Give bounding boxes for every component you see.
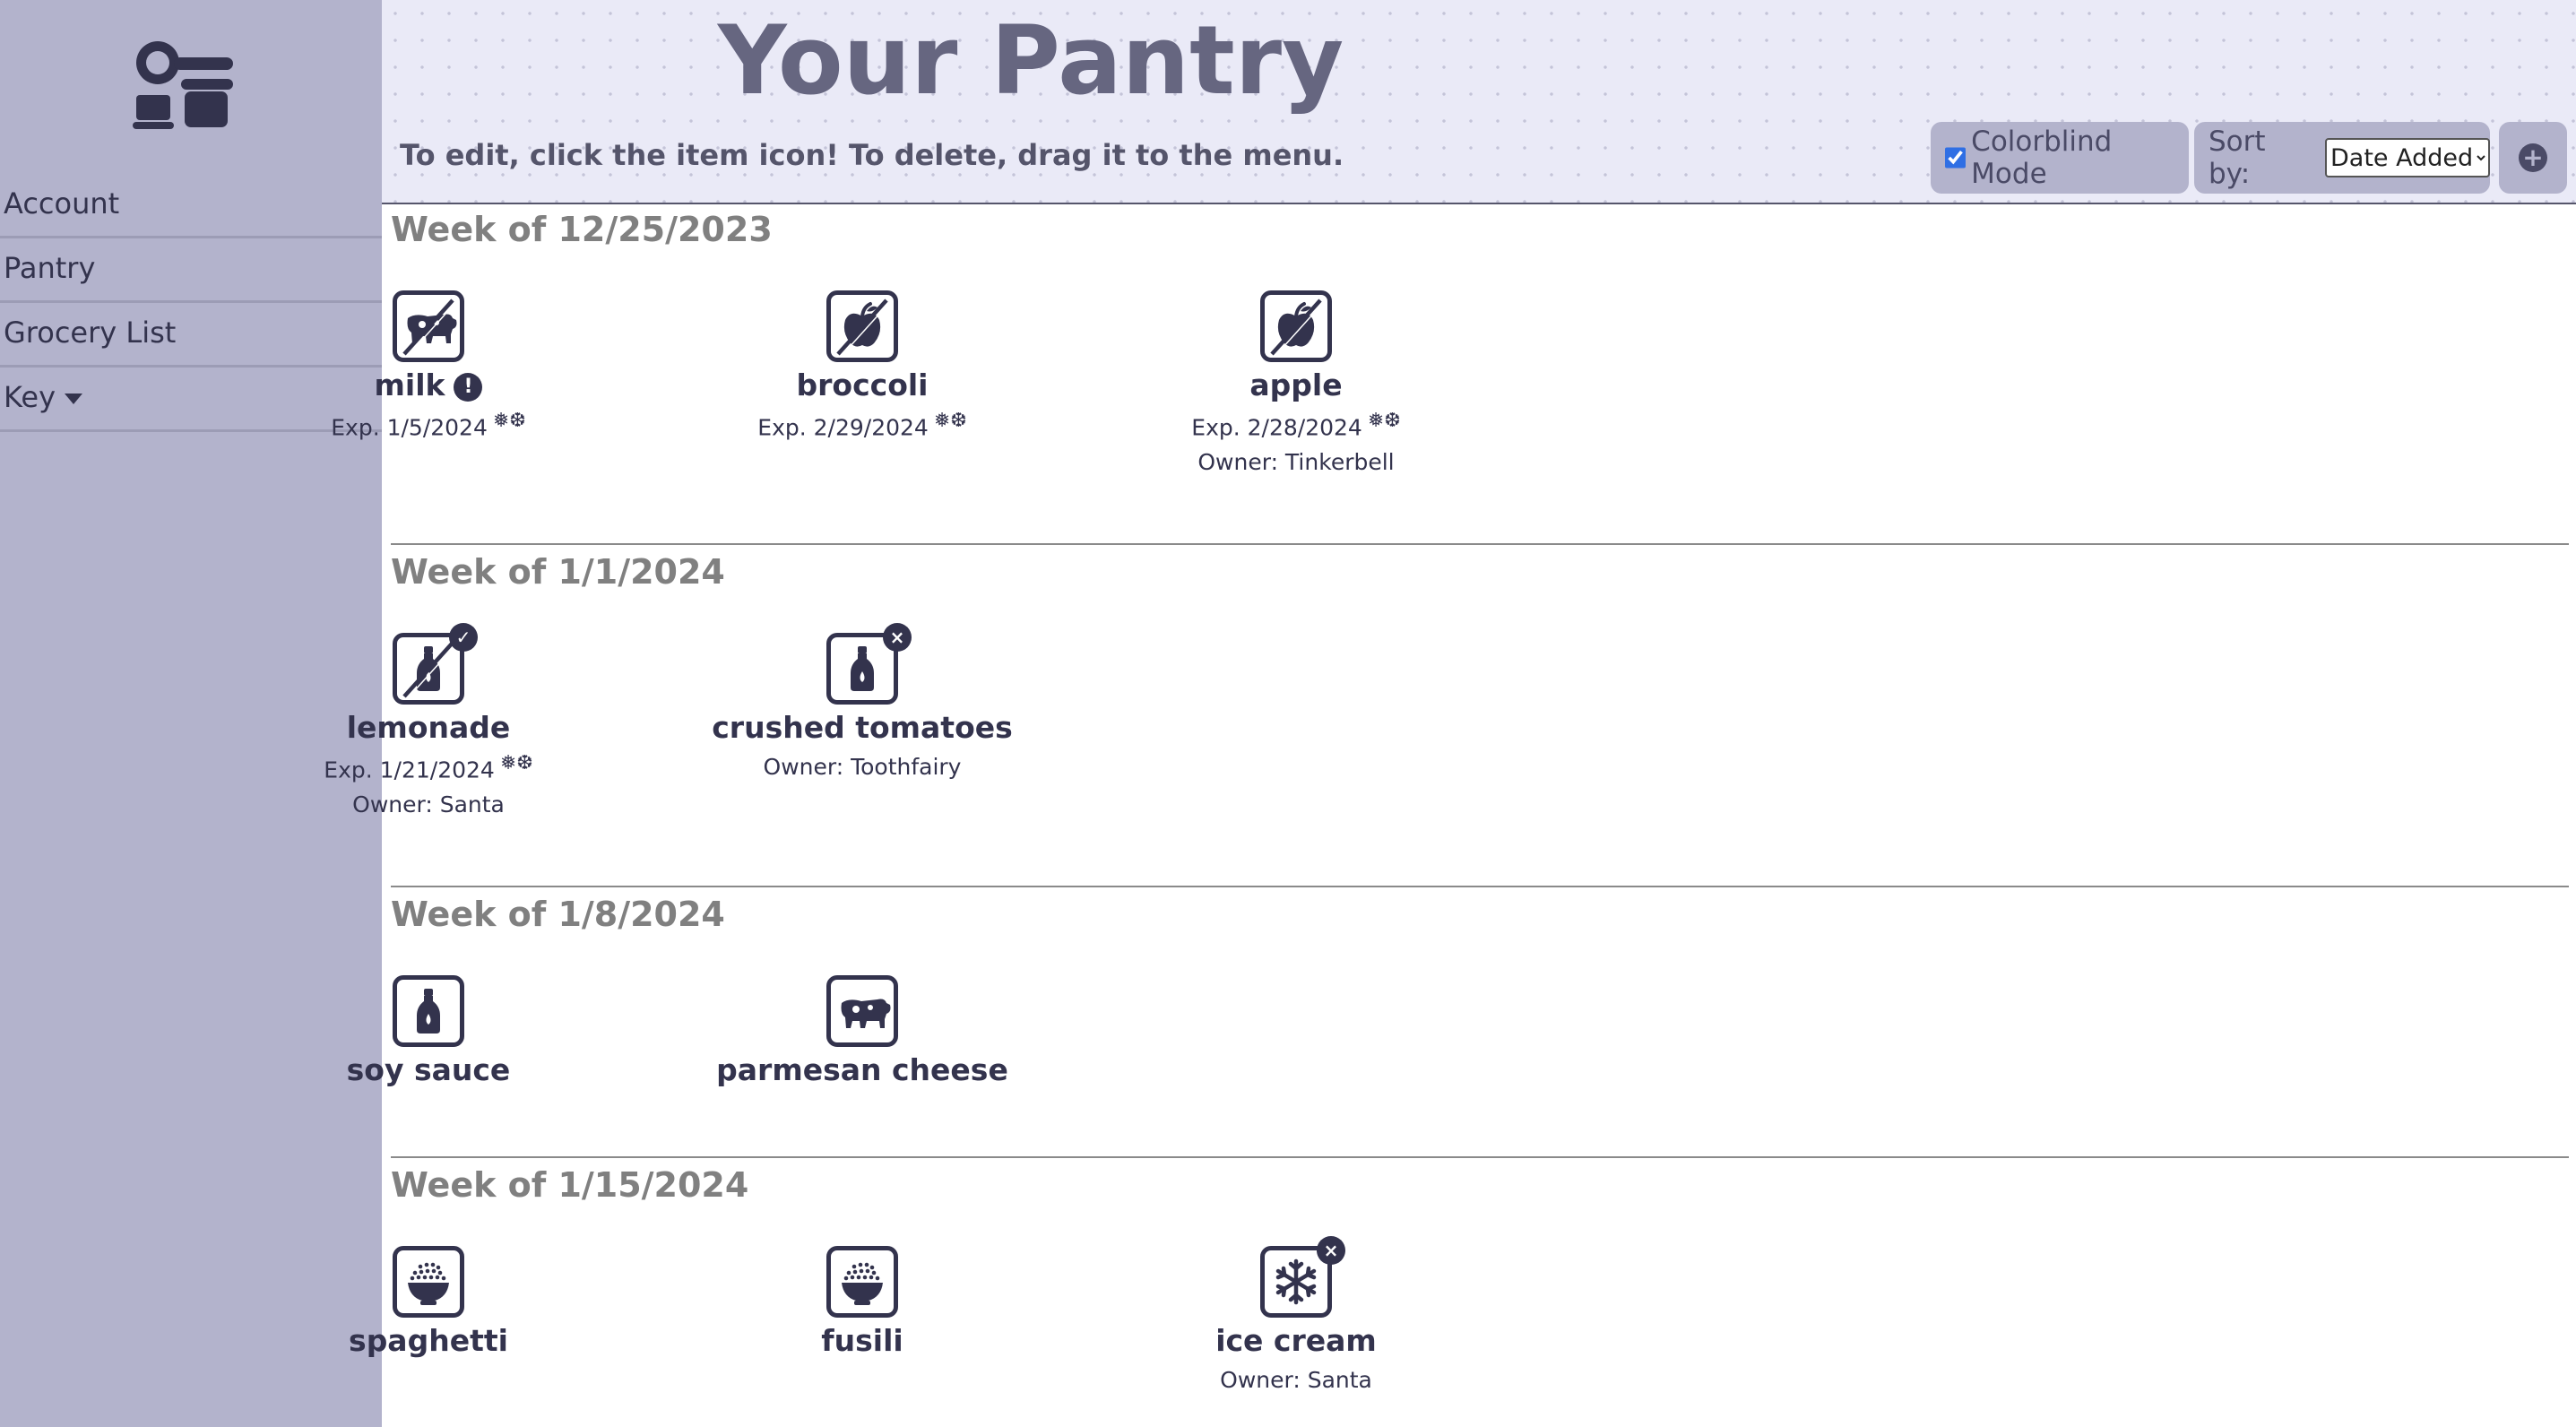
item-name: parmesan cheese <box>674 1052 1050 1087</box>
item-icon-button[interactable] <box>826 1246 898 1318</box>
pantry-item[interactable]: milk! Exp. 1/5/2024 ❅❆ <box>240 290 617 440</box>
bottle-icon <box>417 989 440 1033</box>
pantry-item[interactable]: × crushed tomatoes Owner: Toothfairy <box>674 623 1050 780</box>
nav-account[interactable]: Account <box>0 176 382 238</box>
expiration-text: Exp. 1/5/2024 <box>331 414 488 441</box>
item-name-text: parmesan cheese <box>716 1052 1008 1087</box>
frost-icon: ❅❆ <box>1367 410 1401 432</box>
item-icon-button[interactable] <box>826 975 898 1047</box>
expiration: Exp. 2/29/2024 ❅❆ <box>674 410 1050 440</box>
item-name: lemonade <box>240 710 617 745</box>
expiration-text: Exp. 1/21/2024 <box>324 757 495 783</box>
sort-select[interactable]: Date Added <box>2325 138 2490 177</box>
grain-bowl-icon <box>842 1262 883 1305</box>
item-icon-button[interactable] <box>1260 290 1332 362</box>
item-name: crushed tomatoes <box>674 710 1050 745</box>
frost-icon: ❅❆ <box>933 410 967 432</box>
item-name: fusili <box>674 1323 1050 1358</box>
item-name: soy sauce <box>240 1052 617 1087</box>
pantry-item[interactable]: ✓ lemonade Exp. 1/21/2024 ❅❆ Owner: Santa <box>240 623 617 818</box>
expiration: Exp. 2/28/2024 ❅❆ <box>1108 410 1484 440</box>
item-name-text: soy sauce <box>346 1052 511 1087</box>
item-icon-button[interactable]: × <box>1260 1236 1345 1318</box>
colorblind-toggle[interactable]: Colorblind Mode <box>1931 122 2189 194</box>
produce-apple-icon <box>836 298 890 358</box>
expiration: Exp. 1/5/2024 ❅❆ <box>240 410 617 440</box>
owner-label: Owner: Tinkerbell <box>1197 449 1395 476</box>
item-icon-button[interactable] <box>393 975 464 1047</box>
colorblind-checkbox[interactable] <box>1945 147 1967 169</box>
item-name-text: fusili <box>821 1323 903 1358</box>
item-name-text: milk <box>374 368 445 402</box>
item-name: ice cream <box>1108 1323 1484 1358</box>
item-icon-button[interactable] <box>826 290 898 362</box>
sort-label: Sort by: <box>2209 125 2266 190</box>
week-section: Week of 1/15/2024 spaghetti fusili × ice cre… <box>349 1160 2569 1427</box>
kitchen-utensils-icon <box>133 41 233 129</box>
item-icon-button[interactable] <box>393 1246 464 1318</box>
dairy-cow-icon <box>841 999 891 1028</box>
item-name: spaghetti <box>240 1323 617 1358</box>
week-heading: Week of 1/8/2024 <box>391 895 725 934</box>
bottle-icon <box>851 646 874 691</box>
pantry-item[interactable]: × ice cream Owner: Santa <box>1108 1236 1484 1393</box>
item-name-text: broccoli <box>796 368 929 402</box>
week-section: Week of 12/25/2023 milk! Exp. 1/5/2024 ❅❆ br… <box>331 204 2569 545</box>
expiration-text: Exp. 2/28/2024 <box>1191 414 1362 441</box>
caret-down-icon <box>65 394 83 404</box>
x-badge-icon: × <box>1317 1236 1345 1265</box>
check-badge-icon: ✓ <box>449 623 478 652</box>
add-item-button[interactable]: + <box>2499 122 2567 194</box>
item-icon-button[interactable]: ✓ <box>393 623 478 705</box>
grain-bowl-icon <box>408 1262 449 1305</box>
x-badge-icon: × <box>883 623 912 652</box>
week-heading: Week of 1/15/2024 <box>391 1165 749 1205</box>
item-name-text: apple <box>1249 368 1343 402</box>
pantry-item[interactable]: soy sauce <box>240 975 617 1087</box>
item-name-text: crushed tomatoes <box>712 710 1013 745</box>
alert-icon: ! <box>454 372 483 402</box>
item-name: milk! <box>240 368 617 402</box>
snowflake-icon <box>1275 1258 1317 1305</box>
week-divider <box>391 886 2569 887</box>
week-section: Week of 1/8/2024 soy sauce parmesan cheese <box>347 889 2569 1158</box>
week-heading: Week of 1/1/2024 <box>391 552 725 592</box>
item-icon-button[interactable] <box>393 290 464 362</box>
item-name-text: ice cream <box>1215 1323 1377 1358</box>
item-name: apple <box>1108 368 1484 402</box>
page-title: Your Pantry <box>717 5 1344 116</box>
pantry-item[interactable]: broccoli Exp. 2/29/2024 ❅❆ <box>674 290 1050 440</box>
owner-label: Owner: Toothfairy <box>763 754 962 780</box>
pantry-item[interactable]: parmesan cheese <box>674 975 1050 1087</box>
produce-apple-icon <box>1270 298 1324 358</box>
item-name: broccoli <box>674 368 1050 402</box>
sort-control: Sort by: Date Added <box>2194 122 2490 194</box>
nav-key-label: Key <box>4 380 56 414</box>
item-name-text: spaghetti <box>349 1323 508 1358</box>
bottle-icon <box>402 641 456 700</box>
item-icon-button[interactable]: × <box>826 623 912 705</box>
plus-circle-icon: + <box>2519 143 2547 172</box>
expiration-text: Exp. 2/29/2024 <box>757 414 929 441</box>
pantry-item[interactable]: apple Exp. 2/28/2024 ❅❆ Owner: Tinkerbell <box>1108 290 1484 475</box>
item-name-text: lemonade <box>346 710 511 745</box>
pantry-item[interactable]: fusili <box>674 1246 1050 1358</box>
week-heading: Week of 12/25/2023 <box>391 210 773 249</box>
owner-label: Owner: Santa <box>352 791 505 818</box>
colorblind-label: Colorblind Mode <box>1971 125 2113 190</box>
week-section: Week of 1/1/2024 ✓ lemonade Exp. 1/21/2024 ❅… <box>324 547 2569 887</box>
pantry-item[interactable]: spaghetti <box>240 1246 617 1358</box>
expiration: Exp. 1/21/2024 ❅❆ <box>240 752 617 783</box>
frost-icon: ❅❆ <box>499 752 533 774</box>
week-divider <box>391 1156 2569 1158</box>
frost-icon: ❅❆ <box>492 410 526 432</box>
instructions: To edit, click the item icon! To delete,… <box>400 138 1344 172</box>
week-divider <box>391 543 2569 545</box>
owner-label: Owner: Santa <box>1220 1367 1372 1393</box>
dairy-cow-icon <box>402 298 457 358</box>
header: Your Pantry To edit, click the item icon… <box>382 0 2576 204</box>
